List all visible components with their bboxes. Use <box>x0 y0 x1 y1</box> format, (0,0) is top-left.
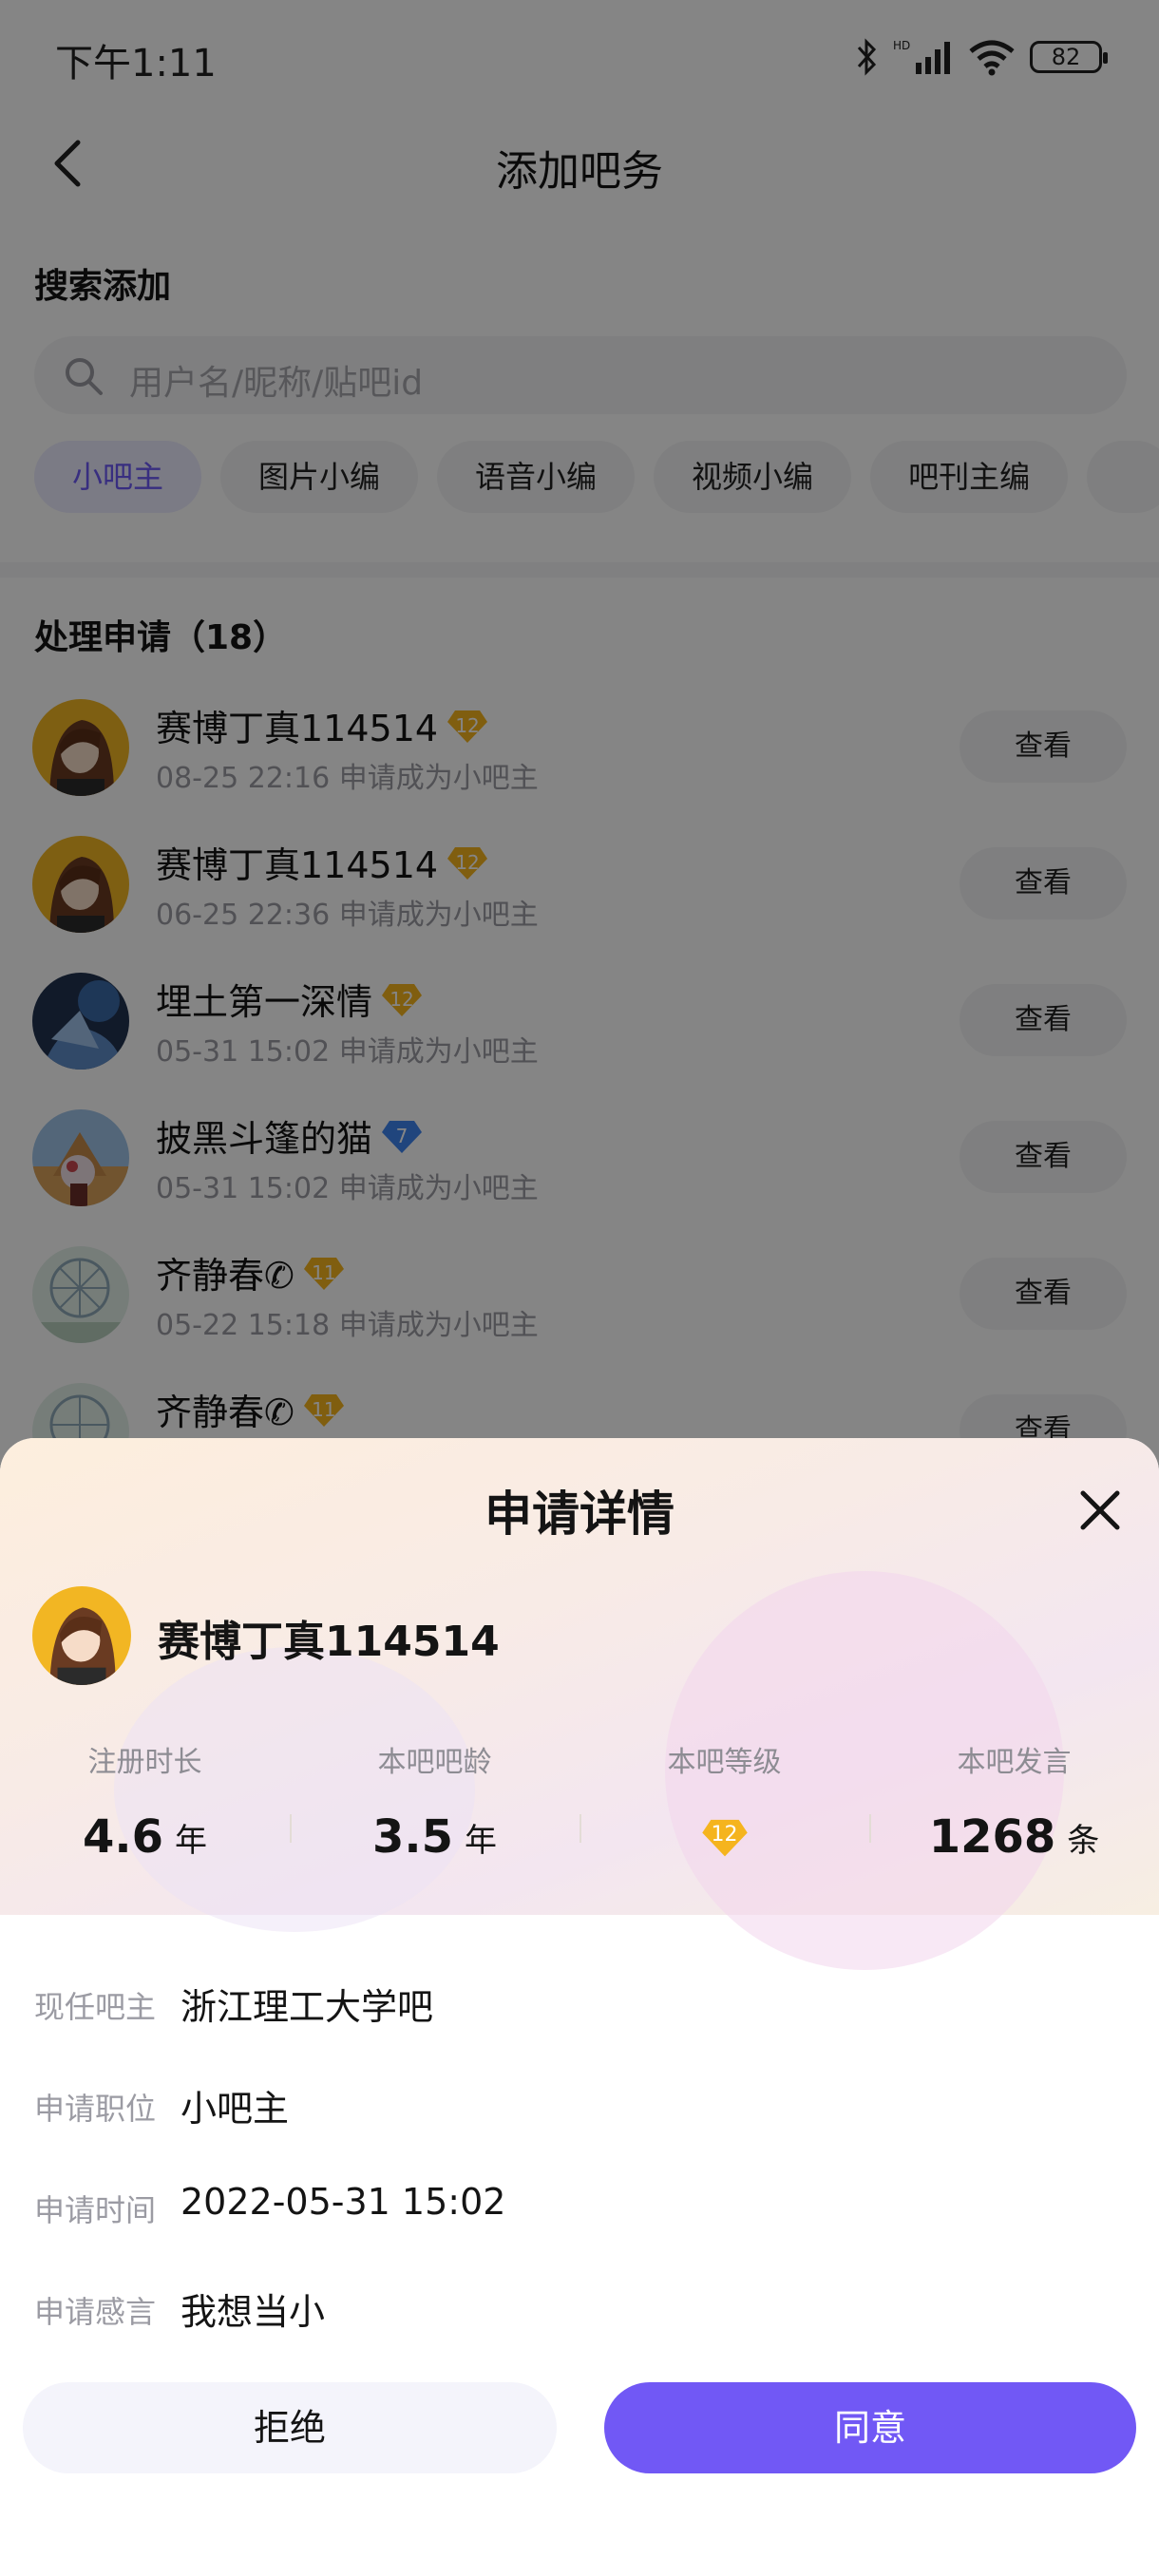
application-detail-sheet: 申请详情 赛博丁真114514 注册时长 4.6 年 本吧吧龄 3.5 年 本吧… <box>0 1438 1159 2576</box>
stat-value: 3.5 年 <box>371 1810 498 1864</box>
level-badge: 12 <box>700 1814 750 1860</box>
detail-value: 2022-05-31 15:02 <box>180 2181 506 2223</box>
stat-posts: 本吧发言 1268 条 <box>869 1738 1159 1871</box>
reject-button[interactable]: 拒绝 <box>23 2382 557 2473</box>
application-details: 现任吧主 浙江理工大学吧 申请职位 小吧主 申请时间 2022-05-31 15… <box>0 1970 1159 2377</box>
detail-value: 小吧主 <box>180 2088 290 2130</box>
stat-label: 本吧等级 <box>667 1746 782 1779</box>
stat-bar-age: 本吧吧龄 3.5 年 <box>290 1738 580 1871</box>
stat-value: 1268 条 <box>928 1810 1100 1864</box>
sheet-header: 申请详情 赛博丁真114514 注册时长 4.6 年 本吧吧龄 3.5 年 本吧… <box>0 1438 1159 1970</box>
detail-current-moderator: 现任吧主 浙江理工大学吧 <box>0 1970 1159 2072</box>
detail-label: 现任吧主 <box>34 1989 157 2025</box>
stat-label: 本吧发言 <box>957 1746 1072 1779</box>
detail-value: 浙江理工大学吧 <box>180 1986 434 2028</box>
stat-registration: 注册时长 4.6 年 <box>0 1738 290 1871</box>
close-icon[interactable] <box>1074 1484 1127 1537</box>
stat-value: 12 <box>580 1807 869 1864</box>
detail-time: 申请时间 2022-05-31 15:02 <box>0 2173 1159 2275</box>
stat-label: 注册时长 <box>87 1746 202 1779</box>
stat-label: 本吧吧龄 <box>377 1746 492 1779</box>
detail-label: 申请感言 <box>34 2294 157 2330</box>
detail-position: 申请职位 小吧主 <box>0 2072 1159 2173</box>
sheet-title: 申请详情 <box>484 1487 674 1542</box>
detail-value: 我想当小 <box>180 2291 326 2333</box>
stat-value: 4.6 年 <box>82 1810 208 1864</box>
applicant-stats: 注册时长 4.6 年 本吧吧龄 3.5 年 本吧等级 12 本吧发言 1268 … <box>0 1738 1159 1871</box>
applicant-avatar[interactable] <box>32 1586 131 1685</box>
stat-level: 本吧等级 12 <box>580 1738 869 1871</box>
detail-statement: 申请感言 我想当小 <box>0 2275 1159 2377</box>
detail-label: 申请职位 <box>34 2091 157 2127</box>
applicant-name: 赛博丁真114514 <box>158 1618 500 1666</box>
detail-label: 申请时间 <box>34 2192 157 2228</box>
agree-button[interactable]: 同意 <box>604 2382 1136 2473</box>
